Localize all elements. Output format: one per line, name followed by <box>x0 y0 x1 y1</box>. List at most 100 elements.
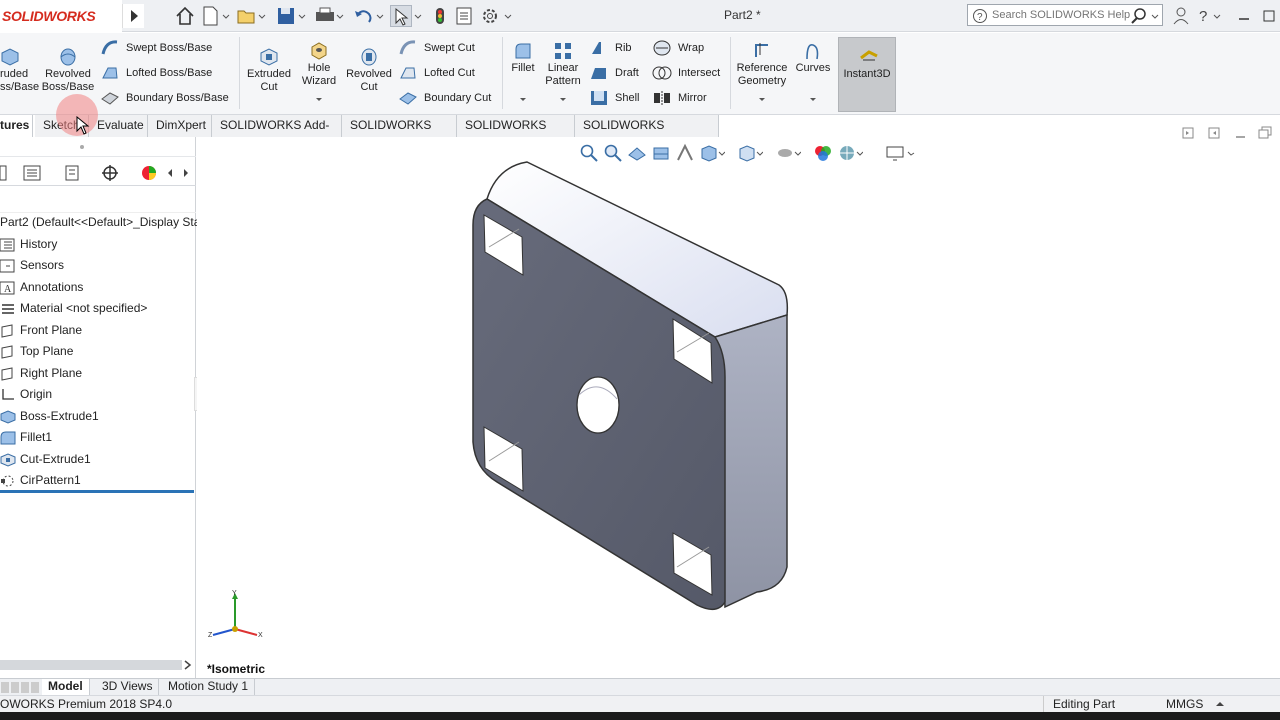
unit-system-label[interactable]: MMGS <box>1166 697 1203 711</box>
tabs-scroll-right-icon[interactable] <box>178 164 194 182</box>
graphics-viewport[interactable]: Y X Z *Isometric <box>197 126 1280 678</box>
home-icon[interactable] <box>174 5 196 27</box>
mirror-button[interactable]: Mirror <box>652 88 707 108</box>
tile-right-icon[interactable] <box>1207 125 1223 141</box>
wrap-button[interactable]: Wrap <box>652 38 704 58</box>
curves-dropdown-icon[interactable] <box>809 97 817 103</box>
dimxpert-manager-tab-icon[interactable] <box>100 164 120 182</box>
tree-root-part[interactable]: Part2 (Default<<Default>_Display Sta <box>0 215 200 229</box>
svg-text:Y: Y <box>232 590 237 597</box>
panel-horizontal-scrollbar[interactable] <box>0 657 196 675</box>
new-document-icon[interactable] <box>200 5 230 27</box>
viewport-minimize-icon[interactable] <box>1233 125 1249 141</box>
fillet-icon <box>513 41 533 61</box>
open-folder-icon[interactable] <box>236 5 266 27</box>
help-search-input[interactable] <box>992 7 1132 23</box>
plane-icon <box>0 367 16 381</box>
tab-evaluate[interactable]: Evaluate <box>89 115 148 137</box>
linear-pattern-dropdown-icon[interactable] <box>559 97 567 103</box>
property-manager-tab-icon[interactable] <box>22 164 42 182</box>
boundary-boss-button[interactable]: Boundary Boss/Base <box>100 88 229 108</box>
fillet-dropdown-icon[interactable] <box>519 97 527 103</box>
boundary-cut-label: Boundary Cut <box>424 92 492 104</box>
curves-label: Curves <box>795 62 831 74</box>
help-search-box[interactable]: ? <box>967 4 1163 26</box>
extruded-boss-label: ruded ss/Base <box>0 68 40 93</box>
boss-extrude-icon <box>0 410 16 424</box>
material-icon <box>0 302 16 316</box>
rib-label: Rib <box>615 42 632 54</box>
tab-addins[interactable]: SOLIDWORKS Add-Ins <box>212 115 342 153</box>
rollback-bar[interactable] <box>0 490 194 493</box>
hole-wizard-label: Hole Wizard <box>301 62 337 87</box>
scrollbar-thumb[interactable] <box>0 660 182 670</box>
minimize-icon[interactable] <box>1236 5 1252 27</box>
tab-nav-arrows-icon[interactable] <box>0 681 40 694</box>
tab-3d-views[interactable]: 3D Views <box>96 679 160 695</box>
origin-icon <box>0 388 16 402</box>
swept-boss-button[interactable]: Swept Boss/Base <box>100 38 212 58</box>
maximize-icon[interactable] <box>1260 5 1278 27</box>
tab-mbd[interactable]: SOLIDWORKS MBD <box>342 115 457 153</box>
linear-pattern-label: Linear Pattern <box>545 62 581 87</box>
revolved-cut-label: Revolved Cut <box>346 68 392 93</box>
tab-dimxpert[interactable]: DimXpert <box>148 115 212 137</box>
unit-system-up-icon[interactable] <box>1215 699 1225 709</box>
cut-extrude-icon <box>0 453 16 467</box>
file-properties-icon[interactable] <box>454 5 474 27</box>
extruded-cut-icon <box>259 47 279 67</box>
tab-cam[interactable]: SOLIDWORKS CAM <box>457 115 575 153</box>
undo-icon[interactable] <box>352 5 384 27</box>
extruded-boss-icon <box>0 47 20 67</box>
wrap-label: Wrap <box>678 42 705 54</box>
display-manager-tab-icon[interactable] <box>140 164 160 182</box>
feature-manager-tab-icon[interactable] <box>0 164 8 182</box>
lofted-boss-icon <box>100 64 120 82</box>
tab-inspection[interactable]: SOLIDWORKS Inspection <box>575 115 719 153</box>
panel-grip-icon <box>79 144 85 150</box>
search-icon[interactable] <box>1130 7 1148 25</box>
rib-button[interactable]: Rib <box>589 38 632 58</box>
shell-button[interactable]: Shell <box>589 88 639 108</box>
configuration-manager-tab-icon[interactable] <box>62 164 82 182</box>
tab-model[interactable]: Model <box>42 679 90 695</box>
feature-manager-panel: Part2 (Default<<Default>_Display Sta His… <box>0 137 202 678</box>
swept-cut-button[interactable]: Swept Cut <box>398 38 475 58</box>
rebuild-icon[interactable] <box>430 5 450 27</box>
search-dropdown-icon[interactable] <box>1150 7 1162 25</box>
swept-boss-label: Swept Boss/Base <box>126 42 213 54</box>
print-icon[interactable] <box>314 5 344 27</box>
user-icon[interactable] <box>1172 5 1190 27</box>
tab-motion-study[interactable]: Motion Study 1 <box>162 679 256 695</box>
tile-left-icon[interactable] <box>1181 125 1197 141</box>
apply-scene-icon[interactable] <box>837 143 863 163</box>
hole-wizard-dropdown-icon[interactable] <box>315 97 323 103</box>
viewport-restore-icon[interactable] <box>1257 125 1273 141</box>
bottom-tab-bar: Model 3D Views Motion Study 1 <box>0 678 1280 695</box>
plane-icon <box>0 324 16 338</box>
edit-appearance-icon[interactable] <box>813 143 833 163</box>
select-dropdown-icon[interactable] <box>412 5 424 27</box>
intersect-button[interactable]: Intersect <box>652 63 720 83</box>
reference-geometry-dropdown-icon[interactable] <box>758 97 766 103</box>
menu-expand-button[interactable] <box>122 4 144 28</box>
options-gear-icon[interactable] <box>480 5 514 27</box>
instant3d-button[interactable]: Instant3D <box>838 37 896 112</box>
ribbon-separator <box>502 37 503 109</box>
part-3d-model[interactable] <box>467 157 807 617</box>
extruded-cut-label: Extruded Cut <box>246 68 292 93</box>
scroll-right-icon[interactable] <box>182 659 194 671</box>
select-icon[interactable] <box>390 5 412 27</box>
lofted-boss-button[interactable]: Lofted Boss/Base <box>100 63 212 83</box>
boundary-cut-button[interactable]: Boundary Cut <box>398 88 491 108</box>
feature-tree-filter[interactable] <box>0 187 196 213</box>
lofted-cut-button[interactable]: Lofted Cut <box>398 63 475 83</box>
save-icon[interactable] <box>276 5 306 27</box>
solidworks-logo[interactable]: SOLIDWORKS <box>0 0 122 32</box>
tabs-scroll-left-icon[interactable] <box>164 164 176 182</box>
tab-features[interactable]: tures <box>0 115 33 137</box>
draft-button[interactable]: Draft <box>589 63 639 83</box>
view-settings-icon[interactable] <box>885 143 915 163</box>
ribbon-separator <box>239 37 240 109</box>
help-icon[interactable]: ? <box>1196 5 1230 27</box>
